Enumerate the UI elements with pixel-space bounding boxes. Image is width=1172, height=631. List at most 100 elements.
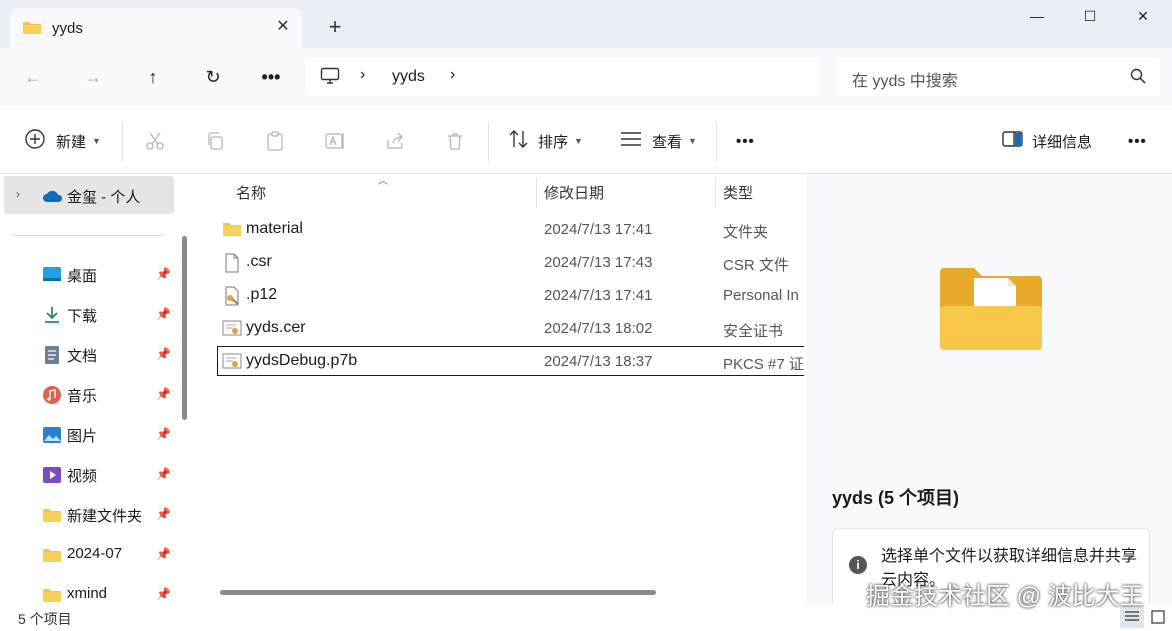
pin-icon[interactable]: 📌: [156, 467, 171, 481]
column-header-name[interactable]: 名称: [236, 182, 266, 203]
chevron-right-icon[interactable]: ›: [450, 66, 455, 84]
column-header-date[interactable]: 修改日期: [544, 182, 604, 203]
sidebar-item-new-folder[interactable]: 新建文件夹 📌: [0, 497, 176, 533]
more-locations-icon[interactable]: •••: [254, 62, 288, 92]
item-count: 5 个项目: [18, 611, 72, 627]
chevron-right-icon[interactable]: ›: [16, 187, 20, 201]
tab-close-icon[interactable]: ✕: [272, 16, 294, 38]
computer-icon[interactable]: [320, 67, 340, 88]
pin-icon[interactable]: 📌: [156, 387, 171, 401]
forward-arrow-icon[interactable]: →: [76, 62, 110, 92]
large-icons-view-icon[interactable]: [1146, 606, 1170, 628]
folder-icon: [42, 586, 62, 604]
up-arrow-icon[interactable]: ↑: [136, 62, 170, 92]
desktop-icon: [42, 266, 62, 284]
sidebar-item-label: 下载: [67, 308, 98, 325]
tab-title: yyds: [52, 20, 83, 37]
file-type: Personal In: [723, 287, 799, 304]
tab-yyds[interactable]: yyds ✕: [10, 8, 302, 48]
maximize-button[interactable]: ☐: [1067, 0, 1113, 32]
divider: [488, 122, 489, 162]
horizontal-scrollbar[interactable]: [220, 590, 656, 595]
rename-icon[interactable]: [322, 128, 348, 154]
file-date: 2024/7/13 17:41: [544, 221, 653, 238]
address-bar[interactable]: › yyds ›: [306, 58, 820, 96]
paste-icon[interactable]: [262, 128, 288, 154]
sidebar-item-pictures[interactable]: 图片 📌: [0, 417, 176, 453]
search-input[interactable]: 在 yyds 中搜索: [836, 58, 1160, 96]
file-name: .p12: [246, 286, 278, 303]
column-divider[interactable]: [715, 178, 716, 208]
new-tab-button[interactable]: +: [322, 14, 348, 40]
sidebar-item-2024-07[interactable]: 2024-07 📌: [0, 537, 176, 573]
details-pane-button[interactable]: 详细信息: [1002, 124, 1092, 158]
sidebar-item-onedrive[interactable]: › 金玺 - 个人: [4, 176, 174, 214]
pin-icon[interactable]: 📌: [156, 347, 171, 361]
file-row[interactable]: .p12 2024/7/13 17:41 Personal In: [218, 281, 804, 309]
sidebar-item-label: 文档: [67, 348, 98, 365]
sort-button[interactable]: 排序 ▼: [508, 124, 583, 158]
view-button[interactable]: 查看 ▼: [620, 124, 697, 158]
file-row[interactable]: .csr 2024/7/13 17:43 CSR 文件: [218, 248, 804, 276]
file-date: 2024/7/13 17:41: [544, 287, 653, 304]
file-row[interactable]: yydsDebug.p7b 2024/7/13 18:37 PKCS #7 证: [217, 346, 804, 376]
breadcrumb-item[interactable]: yyds: [392, 68, 425, 86]
minimize-button[interactable]: —: [1014, 0, 1060, 32]
chevron-down-icon: ▼: [92, 136, 101, 146]
file-row[interactable]: yyds.cer 2024/7/13 18:02 安全证书: [218, 314, 804, 342]
delete-icon[interactable]: [442, 128, 468, 154]
chevron-right-icon[interactable]: ›: [360, 66, 365, 84]
file-name: .csr: [246, 253, 272, 270]
file-row[interactable]: material 2024/7/13 17:41 文件夹: [218, 215, 804, 243]
new-button[interactable]: 新建 ▼: [24, 124, 101, 158]
details-pane: yyds (5 个项目) i 选择单个文件以获取详细信息并共享云内容。: [806, 174, 1172, 608]
file-name: yyds.cer: [246, 319, 306, 336]
add-circle-icon: [24, 128, 46, 154]
chevron-down-icon: ▼: [574, 136, 583, 146]
sidebar-item-videos[interactable]: 视频 📌: [0, 457, 176, 493]
pin-icon[interactable]: 📌: [156, 307, 171, 321]
sidebar-item-documents[interactable]: 文档 📌: [0, 337, 176, 373]
sidebar-item-label: xmind: [67, 585, 108, 602]
pin-icon[interactable]: 📌: [156, 427, 171, 441]
watermark: 掘金技术社区 @ 波比大王: [866, 583, 1144, 610]
refresh-icon[interactable]: ↻: [196, 62, 230, 92]
more-options-icon[interactable]: •••: [736, 124, 755, 158]
sort-ascending-icon: ︿: [378, 176, 388, 187]
file-name: material: [246, 220, 303, 237]
pin-icon[interactable]: 📌: [156, 547, 171, 561]
chevron-down-icon: ▼: [688, 136, 697, 146]
see-more-icon[interactable]: •••: [1128, 124, 1147, 158]
file-type: 安全证书: [723, 323, 784, 340]
search-icon[interactable]: [1130, 68, 1146, 87]
sidebar-item-downloads[interactable]: 下载 📌: [0, 297, 176, 333]
command-bar: 新建 ▼ 排序 ▼ 查看 ▼ ••• 详细信息 •••: [0, 106, 1172, 174]
column-divider[interactable]: [536, 178, 537, 208]
folder-icon: [222, 220, 242, 238]
picture-icon: [42, 426, 62, 444]
view-label: 查看: [652, 133, 683, 151]
copy-icon[interactable]: [202, 128, 228, 154]
sort-label: 排序: [538, 133, 569, 151]
sidebar-item-label: 桌面: [67, 268, 98, 285]
title-bar: yyds ✕ + — ☐ ✕: [0, 0, 1172, 48]
music-icon: [42, 386, 62, 404]
file-type: CSR 文件: [723, 257, 789, 274]
folder-icon: [42, 506, 62, 524]
video-icon: [42, 466, 62, 484]
cut-icon[interactable]: [142, 128, 168, 154]
pin-icon[interactable]: 📌: [156, 587, 171, 601]
certificate-key-icon: [222, 286, 242, 306]
pin-icon[interactable]: 📌: [156, 507, 171, 521]
sidebar-item-label: 金玺 - 个人: [67, 189, 141, 206]
share-icon[interactable]: [382, 128, 408, 154]
column-header-type[interactable]: 类型: [723, 182, 753, 203]
new-label: 新建: [56, 133, 87, 151]
nav-scrollbar[interactable]: [182, 236, 187, 420]
pin-icon[interactable]: 📌: [156, 267, 171, 281]
sidebar-item-music[interactable]: 音乐 📌: [0, 377, 176, 413]
back-arrow-icon[interactable]: ←: [16, 62, 50, 92]
certificate-icon: [222, 352, 242, 370]
close-button[interactable]: ✕: [1120, 0, 1166, 32]
sidebar-item-desktop[interactable]: 桌面 📌: [0, 257, 176, 293]
